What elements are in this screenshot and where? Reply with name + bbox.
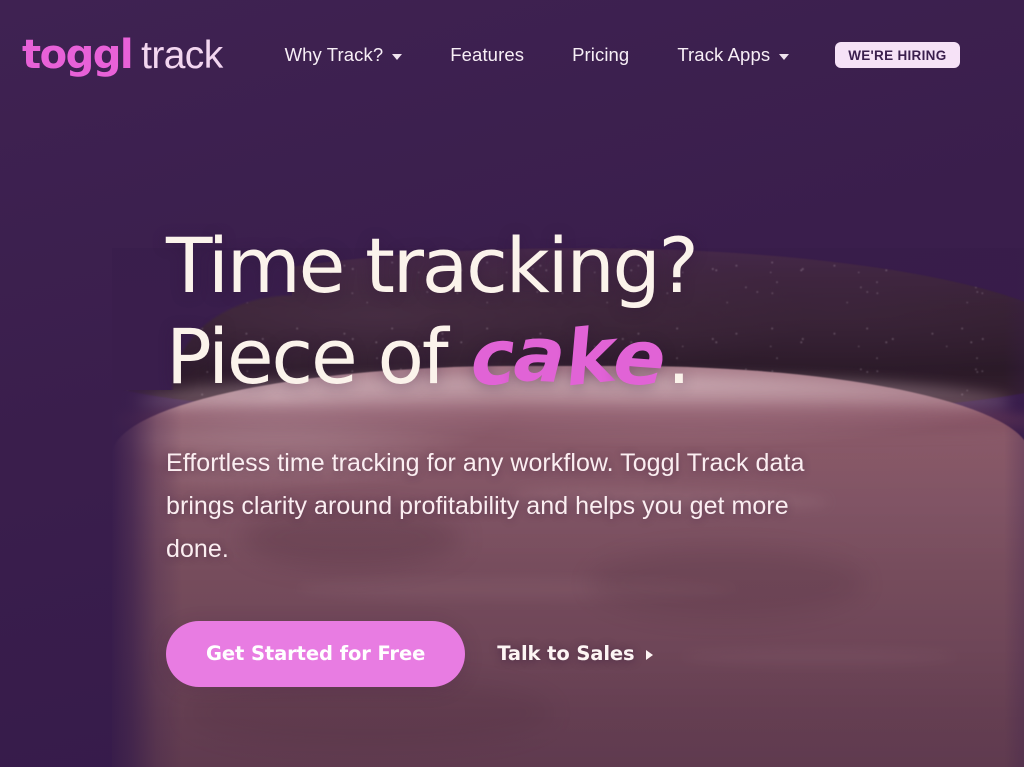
logo-wordmark-toggl: toggl — [22, 32, 134, 78]
chevron-down-icon[interactable] — [779, 54, 790, 60]
cake-letter: c — [467, 311, 518, 404]
cake-letter: k — [560, 309, 619, 404]
arrow-right-icon — [645, 649, 653, 660]
hero-section: Time tracking? Piece of cake. Effortless… — [166, 228, 866, 687]
chevron-down-icon[interactable] — [392, 54, 403, 60]
hero-title-line-2: Piece of cake. — [166, 308, 866, 404]
hero-title-line-1: Time tracking? — [166, 221, 699, 310]
nav-item-label: Features — [450, 44, 525, 65]
nav-item-label: Track Apps — [677, 44, 771, 65]
hero-cta-row: Get Started for Free Talk to Sales — [166, 620, 866, 687]
were-hiring-badge[interactable]: WE'RE HIRING — [835, 42, 960, 68]
get-started-for-free-button[interactable]: Get Started for Free — [166, 620, 466, 687]
talk-to-sales-label: Talk to Sales — [497, 642, 635, 666]
hero-title-line-2-prefix: Piece of — [166, 312, 469, 402]
toggl-track-logo[interactable]: toggl track — [22, 35, 223, 75]
hero-subtitle: Effortless time tracking for any workflo… — [166, 449, 805, 563]
nav-item-track-apps[interactable]: Track Apps — [653, 36, 813, 74]
top-navigation-bar: toggl track Why Track? Features Pricing … — [0, 0, 1024, 110]
hero-title-period: . — [666, 312, 691, 402]
nav-item-pricing[interactable]: Pricing — [548, 36, 653, 74]
talk-to-sales-link[interactable]: Talk to Sales — [497, 642, 653, 666]
cake-letter: e — [611, 311, 668, 404]
cake-letter: a — [512, 308, 568, 401]
hero-title-highlight-cake: cake — [467, 308, 667, 404]
landing-page: toggl track Why Track? Features Pricing … — [0, 0, 1024, 767]
logo-wordmark-track: track — [141, 34, 223, 77]
nav-item-label: Pricing — [572, 44, 630, 65]
nav-item-why-track[interactable]: Why Track? — [261, 36, 427, 74]
hero-title: Time tracking? Piece of cake. — [166, 228, 866, 404]
nav-item-label: Why Track? — [284, 44, 384, 65]
nav-links: Why Track? Features Pricing Track Apps W… — [261, 36, 960, 74]
nav-item-features[interactable]: Features — [426, 36, 548, 74]
